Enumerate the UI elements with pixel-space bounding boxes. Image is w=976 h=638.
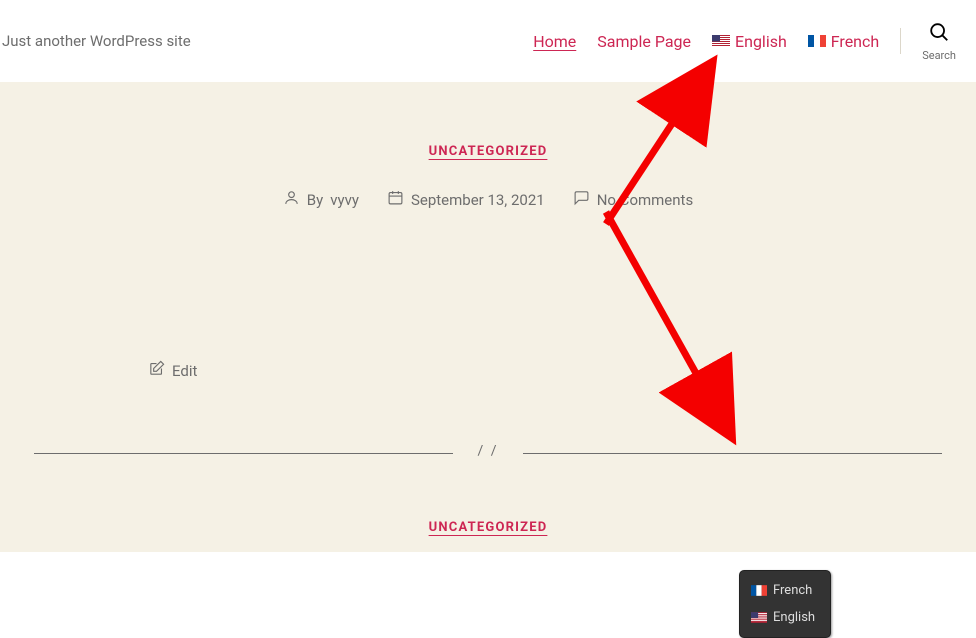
search-icon — [928, 21, 950, 47]
lang-item-label: French — [773, 583, 812, 598]
author-by: By — [307, 191, 323, 209]
calendar-icon — [387, 189, 404, 210]
lang-item-french[interactable]: French — [740, 577, 830, 604]
header-right: Home Sample Page English French Search — [533, 21, 956, 62]
primary-nav: Home Sample Page English French — [533, 32, 879, 51]
search-label: Search — [922, 49, 956, 62]
post-1: UNCATEGORIZED By vyvy September 13, 2021 — [0, 82, 976, 381]
nav-link-english[interactable]: English — [712, 32, 787, 51]
post-edit-row: Edit — [0, 360, 976, 381]
post-2: UNCATEGORIZED — [0, 516, 976, 535]
post-meta: By vyvy September 13, 2021 No Comments — [0, 189, 976, 210]
nav-divider — [900, 28, 901, 54]
post-comments[interactable]: No Comments — [573, 189, 694, 210]
post-separator: / / — [34, 453, 942, 454]
post-date-value: September 13, 2021 — [411, 191, 545, 209]
search-button[interactable]: Search — [922, 21, 956, 62]
nav-link-french[interactable]: French — [808, 32, 879, 51]
edit-label: Edit — [172, 362, 197, 380]
content-area: UNCATEGORIZED By vyvy September 13, 2021 — [0, 82, 976, 552]
comment-icon — [573, 189, 590, 210]
flag-fr-icon — [751, 585, 767, 596]
lang-item-label: English — [773, 610, 815, 625]
author-icon — [283, 189, 300, 210]
post-category-link[interactable]: UNCATEGORIZED — [429, 520, 548, 535]
flag-us-icon — [751, 612, 767, 623]
edit-post-link[interactable]: Edit — [148, 360, 197, 381]
post-category-link[interactable]: UNCATEGORIZED — [429, 144, 548, 159]
flag-fr-icon — [808, 35, 826, 47]
post-author[interactable]: By vyvy — [283, 189, 359, 210]
flag-us-icon — [712, 35, 730, 47]
lang-item-english[interactable]: English — [740, 604, 830, 631]
edit-icon — [148, 360, 165, 381]
language-switcher-widget: French English — [739, 570, 831, 638]
author-name: vyvy — [330, 191, 359, 209]
site-header: Just another WordPress site Home Sample … — [0, 0, 976, 82]
post-comments-value: No Comments — [597, 191, 694, 209]
post-date[interactable]: September 13, 2021 — [387, 189, 545, 210]
nav-link-home[interactable]: Home — [533, 32, 576, 51]
site-tagline: Just another WordPress site — [0, 32, 191, 50]
nav-link-french-label: French — [831, 32, 879, 51]
nav-link-sample-page[interactable]: Sample Page — [597, 32, 691, 51]
separator-slashes: / / — [477, 443, 498, 459]
nav-link-english-label: English — [735, 32, 787, 51]
